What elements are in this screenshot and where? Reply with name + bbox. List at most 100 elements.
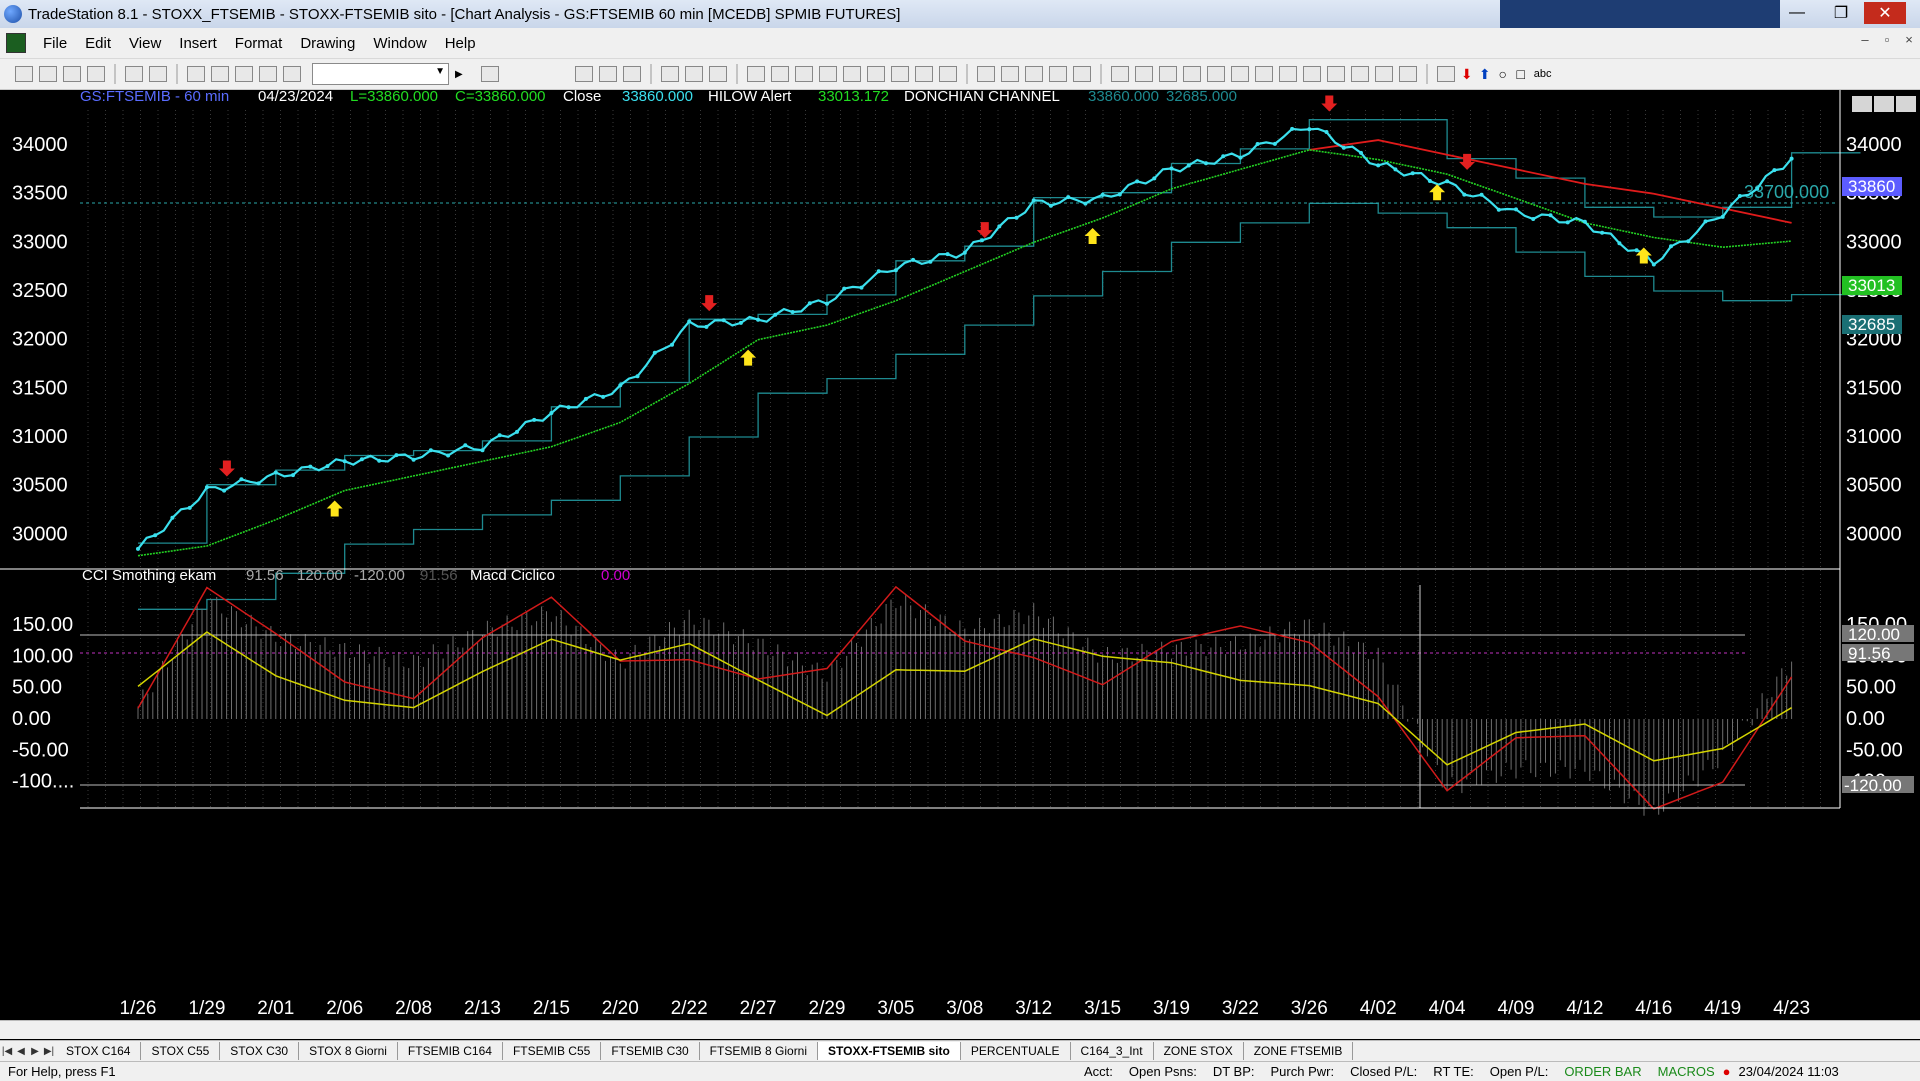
chart-canvas[interactable]: GS:FTSEMIB - 60 min 04/23/2024 L=33860.0… xyxy=(0,90,1920,1048)
text-tool-icon[interactable]: abc xyxy=(1534,68,1552,80)
price-point xyxy=(291,473,295,478)
angle-icon[interactable] xyxy=(1302,66,1321,82)
chart-window[interactable]: GS:FTSEMIB - 60 min 04/23/2024 L=33860.0… xyxy=(0,90,1920,1048)
workspace-tab[interactable]: FTSEMIB C164 xyxy=(398,1042,503,1060)
workspace-icon[interactable] xyxy=(211,66,229,82)
chart-style-icon[interactable] xyxy=(574,66,593,82)
workspace-tabs: |◀ ◀ ▶ ▶| STOX C164 STOX C55 STOX C30 STOX … xyxy=(0,1040,1920,1061)
workspace-tab[interactable]: FTSEMIB C55 xyxy=(503,1042,602,1060)
menu-window[interactable]: Window xyxy=(364,35,435,52)
gann-icon[interactable] xyxy=(1230,66,1249,82)
mdi-minimize-button[interactable]: – xyxy=(1854,32,1876,52)
bar-interval-icon[interactable] xyxy=(842,66,861,82)
data-window-icon[interactable] xyxy=(622,66,641,82)
tab-first-icon[interactable]: |◀ xyxy=(0,1046,14,1057)
chart-restore-icon[interactable] xyxy=(1874,96,1894,112)
arrow-up-icon[interactable]: ⬆ xyxy=(1476,66,1494,83)
new-chart-icon[interactable] xyxy=(63,66,81,82)
workspace-tab[interactable]: STOX 8 Giorni xyxy=(299,1042,398,1060)
scan-icon[interactable] xyxy=(708,66,727,82)
arrow-down-icon[interactable]: ⬇ xyxy=(1458,66,1476,83)
hammer-icon[interactable] xyxy=(1024,66,1043,82)
workspace-tab[interactable]: STOX C164 xyxy=(56,1042,142,1060)
horizontal-scrollbar[interactable] xyxy=(0,1020,1920,1039)
delete-drawing-icon[interactable] xyxy=(1072,66,1091,82)
menu-insert[interactable]: Insert xyxy=(170,35,226,52)
fibonacci-icon[interactable] xyxy=(1182,66,1201,82)
workspace-tab[interactable]: FTSEMIB C30 xyxy=(601,1042,700,1060)
time-zones-icon[interactable] xyxy=(1254,66,1273,82)
zoom-in-icon[interactable] xyxy=(914,66,933,82)
tab-last-icon[interactable]: ▶| xyxy=(42,1046,56,1057)
tab-prev-icon[interactable]: ◀ xyxy=(14,1046,28,1057)
menu-file[interactable]: File xyxy=(34,35,76,52)
horizontal-lines-icon[interactable] xyxy=(1158,66,1177,82)
rectangle-icon[interactable]: □ xyxy=(1512,66,1530,82)
price-point xyxy=(1737,194,1742,198)
chart-window-icon[interactable] xyxy=(6,33,26,53)
tools-icon[interactable] xyxy=(259,66,277,82)
lock-icon[interactable] xyxy=(235,66,253,82)
arc-icon[interactable] xyxy=(1374,66,1393,82)
indicator-icon[interactable] xyxy=(660,66,679,82)
workspace-tab[interactable]: PERCENTUALE xyxy=(961,1042,1071,1060)
vertical-lines-icon[interactable] xyxy=(1134,66,1153,82)
menu-drawing[interactable]: Drawing xyxy=(291,35,364,52)
workspace-tab[interactable]: STOXX-FTSEMIB sito xyxy=(818,1042,961,1060)
channel-icon[interactable] xyxy=(1350,66,1369,82)
globe-icon[interactable] xyxy=(283,66,301,82)
price-point xyxy=(1445,179,1450,184)
find-icon[interactable] xyxy=(480,66,499,82)
zoom-out-icon[interactable] xyxy=(938,66,957,82)
price-point xyxy=(428,448,433,453)
alert-icon[interactable] xyxy=(770,66,789,82)
workspace-tab[interactable]: STOX C30 xyxy=(220,1042,300,1060)
workspace-tab[interactable]: ZONE STOX xyxy=(1154,1042,1244,1060)
open-file-icon[interactable] xyxy=(39,66,57,82)
radar-icon[interactable] xyxy=(746,66,765,82)
expand-icon[interactable] xyxy=(890,66,909,82)
curve-icon[interactable] xyxy=(1436,66,1455,82)
trendline-icon[interactable] xyxy=(1110,66,1129,82)
save-icon[interactable] xyxy=(87,66,105,82)
data-tips-icon[interactable] xyxy=(1000,66,1019,82)
tab-next-icon[interactable]: ▶ xyxy=(28,1046,42,1057)
matrix-icon[interactable] xyxy=(794,66,813,82)
maximize-button[interactable]: ❐ xyxy=(1820,2,1862,24)
print-preview-icon[interactable] xyxy=(149,66,167,82)
bar-style-icon[interactable] xyxy=(598,66,617,82)
workspace-tab[interactable]: STOX C55 xyxy=(141,1042,221,1060)
print-icon[interactable] xyxy=(125,66,143,82)
menu-view[interactable]: View xyxy=(120,35,170,52)
mdi-close-button[interactable]: × xyxy=(1898,32,1920,52)
menu-help[interactable]: Help xyxy=(436,35,485,52)
cycle-lines-icon[interactable] xyxy=(1278,66,1297,82)
speed-lines-icon[interactable] xyxy=(1206,66,1225,82)
time-tick-label: 2/06 xyxy=(326,998,363,1019)
window-icon[interactable] xyxy=(187,66,205,82)
symbol-dropdown[interactable] xyxy=(312,63,449,85)
chart-close-icon[interactable] xyxy=(1896,96,1916,112)
toolbar-separator xyxy=(1099,64,1102,84)
minimize-button[interactable]: — xyxy=(1776,2,1818,24)
order-bar-button[interactable]: ORDER BAR xyxy=(1556,1064,1649,1079)
menu-edit[interactable]: Edit xyxy=(76,35,120,52)
extend-line-icon[interactable] xyxy=(1326,66,1345,82)
pen-icon[interactable] xyxy=(1398,66,1417,82)
ellipse-icon[interactable]: ○ xyxy=(1494,66,1512,82)
workspace-tab[interactable]: ZONE FTSEMIB xyxy=(1244,1042,1354,1060)
play-icon[interactable]: ▶ xyxy=(455,69,463,80)
mdi-restore-button[interactable]: ▫ xyxy=(1876,32,1898,52)
timesales-icon[interactable] xyxy=(818,66,837,82)
macros-button[interactable]: MACROS xyxy=(1650,1064,1723,1079)
menu-format[interactable]: Format xyxy=(226,35,292,52)
workspace-tab[interactable]: FTSEMIB 8 Giorni xyxy=(700,1042,819,1060)
analysis-icon[interactable] xyxy=(1048,66,1067,82)
close-button[interactable]: ✕ xyxy=(1864,2,1906,24)
compress-icon[interactable] xyxy=(866,66,885,82)
strategy-icon[interactable] xyxy=(684,66,703,82)
pointer-icon[interactable] xyxy=(976,66,995,82)
new-file-icon[interactable] xyxy=(15,66,33,82)
workspace-tab[interactable]: C164_3_Int xyxy=(1071,1042,1154,1060)
chart-minimize-icon[interactable] xyxy=(1852,96,1872,112)
